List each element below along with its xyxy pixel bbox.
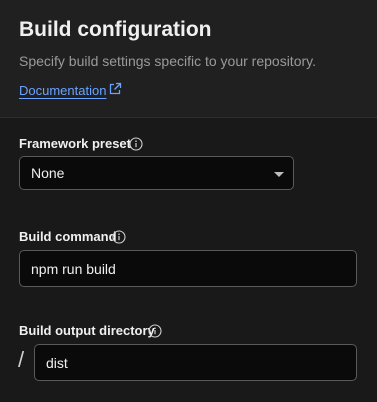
chevron-down-icon xyxy=(274,172,284,177)
framework-preset-value: None xyxy=(31,165,65,181)
page-title: Build configuration xyxy=(19,18,212,41)
info-icon[interactable] xyxy=(129,137,143,151)
framework-preset-label: Framework preset xyxy=(19,136,131,151)
build-config-header: Build configuration Specify build settin… xyxy=(0,0,377,117)
info-icon[interactable] xyxy=(148,324,162,338)
external-link-icon[interactable] xyxy=(108,82,122,96)
section-divider xyxy=(0,117,377,118)
path-prefix: / xyxy=(18,347,25,372)
build-output-directory-input[interactable]: dist xyxy=(34,344,357,381)
build-command-label: Build command xyxy=(19,229,117,244)
documentation-link[interactable]: Documentation xyxy=(19,82,106,100)
info-icon[interactable] xyxy=(112,230,126,244)
build-output-directory-label: Build output directory xyxy=(19,323,155,338)
framework-preset-select[interactable]: None xyxy=(19,156,294,190)
page-subtitle: Specify build settings specific to your … xyxy=(19,53,316,69)
build-command-value: npm run build xyxy=(31,260,116,277)
build-output-directory-value: dist xyxy=(46,354,68,371)
build-command-input[interactable]: npm run build xyxy=(19,250,357,287)
